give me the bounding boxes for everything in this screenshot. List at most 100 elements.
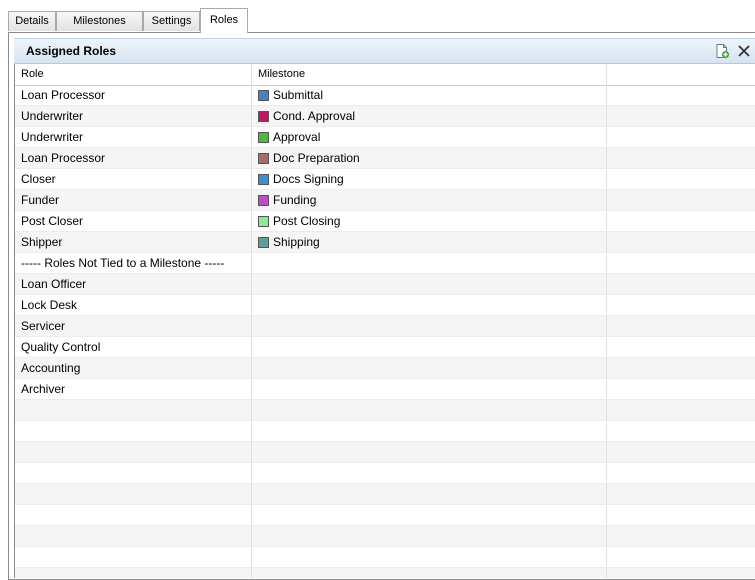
table-row[interactable]: Post Closer Post Closing: [15, 211, 755, 232]
extra-cell: [607, 253, 755, 273]
milestone-cell: [252, 379, 607, 399]
milestone-cell: [252, 316, 607, 336]
table-row[interactable]: [15, 568, 755, 578]
table-row[interactable]: Lock Desk: [15, 295, 755, 316]
milestone-color-swatch: [258, 111, 269, 122]
extra-cell: [607, 526, 755, 546]
table-row[interactable]: [15, 484, 755, 505]
extra-cell: [607, 169, 755, 189]
milestone-label: Funding: [273, 193, 317, 207]
extra-cell: [607, 547, 755, 567]
table-row[interactable]: Loan Officer: [15, 274, 755, 295]
extra-cell: [607, 190, 755, 210]
extra-cell: [607, 106, 755, 126]
milestone-cell: [252, 568, 607, 578]
table-row[interactable]: Underwriter Approval: [15, 127, 755, 148]
milestone-cell: Funding: [252, 190, 607, 210]
milestone-label: Post Closing: [273, 214, 341, 228]
role-cell: Loan Processor: [15, 85, 252, 105]
tab-milestones[interactable]: Milestones: [56, 11, 143, 31]
role-cell: Shipper: [15, 232, 252, 252]
table-row[interactable]: [15, 421, 755, 442]
table-row[interactable]: Shipper Shipping: [15, 232, 755, 253]
extra-cell: [607, 568, 755, 578]
table-row[interactable]: [15, 400, 755, 421]
table-row[interactable]: Funder Funding: [15, 190, 755, 211]
column-header-milestone[interactable]: Milestone: [252, 64, 607, 85]
role-cell: [15, 484, 252, 504]
tab-details[interactable]: Details: [8, 11, 56, 31]
milestone-cell: [252, 505, 607, 525]
new-document-icon[interactable]: [714, 43, 730, 59]
extra-cell: [607, 484, 755, 504]
table-row[interactable]: [15, 463, 755, 484]
extra-cell: [607, 337, 755, 357]
table-row[interactable]: Loan Processor Submittal: [15, 85, 755, 106]
role-cell: [15, 421, 252, 441]
table-row[interactable]: ----- Roles Not Tied to a Milestone ----…: [15, 253, 755, 274]
extra-cell: [607, 85, 755, 105]
milestone-cell: [252, 421, 607, 441]
roles-panel: Assigned Roles Role Milestone Loan Proce…: [8, 32, 755, 580]
tab-roles[interactable]: Roles: [200, 8, 248, 33]
tab-settings[interactable]: Settings: [143, 11, 200, 31]
role-cell: Quality Control: [15, 337, 252, 357]
delete-x-icon[interactable]: [736, 43, 752, 59]
role-cell: [15, 547, 252, 567]
extra-cell: [607, 295, 755, 315]
table-row[interactable]: [15, 526, 755, 547]
milestone-cell: Cond. Approval: [252, 106, 607, 126]
milestone-color-swatch: [258, 90, 269, 101]
column-header-role[interactable]: Role: [15, 64, 252, 85]
extra-cell: [607, 148, 755, 168]
milestone-color-swatch: [258, 153, 269, 164]
extra-cell: [607, 232, 755, 252]
panel-title: Assigned Roles: [26, 44, 117, 58]
milestone-cell: Post Closing: [252, 211, 607, 231]
milestone-cell: Shipping: [252, 232, 607, 252]
milestone-cell: Doc Preparation: [252, 148, 607, 168]
extra-cell: [607, 358, 755, 378]
milestone-label: Shipping: [273, 235, 320, 249]
role-cell: Accounting: [15, 358, 252, 378]
table-row[interactable]: Accounting: [15, 358, 755, 379]
role-cell: [15, 463, 252, 483]
table-row[interactable]: [15, 505, 755, 526]
table-row[interactable]: Servicer: [15, 316, 755, 337]
extra-cell: [607, 127, 755, 147]
tab-bar: Details Milestones Settings Roles: [8, 8, 755, 33]
role-cell: Lock Desk: [15, 295, 252, 315]
milestone-color-swatch: [258, 195, 269, 206]
role-cell: Loan Processor: [15, 148, 252, 168]
milestone-label: Cond. Approval: [273, 109, 356, 123]
table-row[interactable]: Quality Control: [15, 337, 755, 358]
role-cell: Servicer: [15, 316, 252, 336]
extra-cell: [607, 400, 755, 420]
milestone-cell: [252, 337, 607, 357]
table-row[interactable]: Underwriter Cond. Approval: [15, 106, 755, 127]
extra-cell: [607, 442, 755, 462]
role-cell: Funder: [15, 190, 252, 210]
milestone-cell: [252, 442, 607, 462]
table-row[interactable]: [15, 547, 755, 568]
extra-cell: [607, 505, 755, 525]
milestone-cell: [252, 484, 607, 504]
table-row[interactable]: Archiver: [15, 379, 755, 400]
milestone-cell: [252, 526, 607, 546]
table-row[interactable]: [15, 442, 755, 463]
role-cell: [15, 568, 252, 578]
milestone-cell: [252, 274, 607, 294]
role-cell: Underwriter: [15, 106, 252, 126]
role-cell: [15, 505, 252, 525]
milestone-cell: [252, 253, 607, 273]
milestone-cell: [252, 463, 607, 483]
role-cell: [15, 526, 252, 546]
role-cell: [15, 442, 252, 462]
milestone-cell: Docs Signing: [252, 169, 607, 189]
table-row[interactable]: Loan Processor Doc Preparation: [15, 148, 755, 169]
extra-cell: [607, 463, 755, 483]
panel-header: Assigned Roles: [14, 38, 755, 64]
column-header-extra: [607, 64, 755, 85]
milestone-color-swatch: [258, 237, 269, 248]
table-row[interactable]: Closer Docs Signing: [15, 169, 755, 190]
